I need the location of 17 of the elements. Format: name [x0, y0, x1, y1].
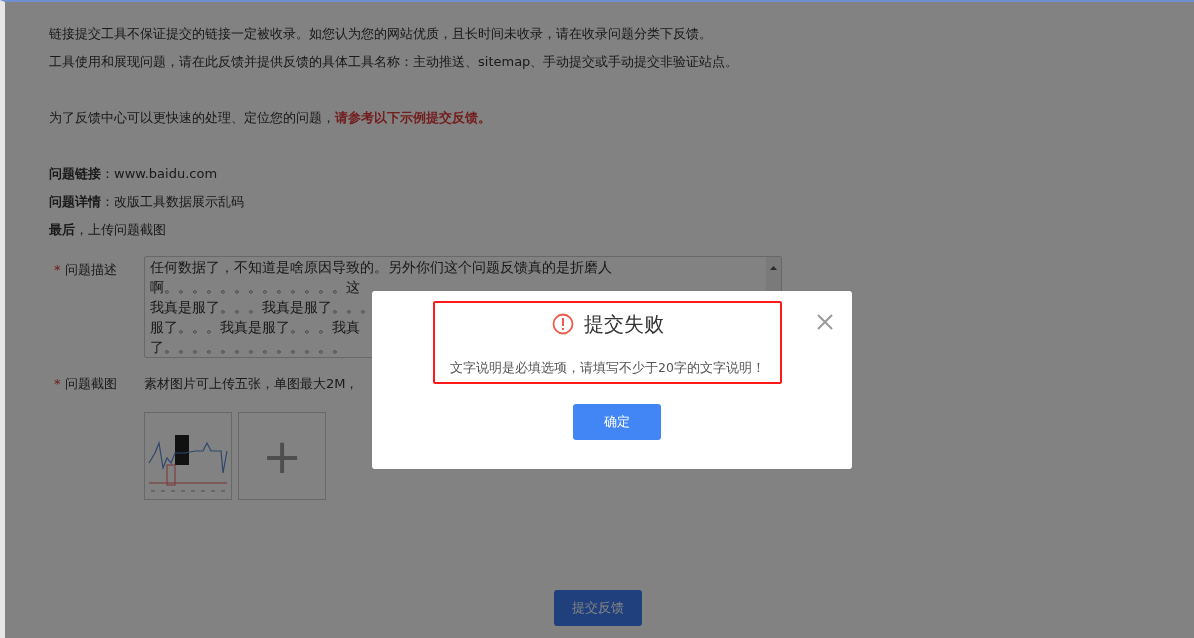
example-line: 问题链接：www.baidu.com	[49, 165, 219, 183]
textarea-line: 啊。。。。。。。。。。。。。这	[150, 278, 360, 297]
textarea-line: 任何数据了，不知道是啥原因导致的。另外你们这个问题反馈真的是折磨人	[150, 258, 612, 277]
notice-text: 为了反馈中心可以更快速的处理、定位您的问题，请参考以下示例提交反馈。	[49, 109, 492, 127]
intro-text: 工具使用和展现问题，请在此反馈并提供反馈的具体工具名称：主动推送、sitemap、手动提交或手动提交非验证站点。	[49, 53, 740, 71]
example-line: 问题详情：改版工具数据展示乱码	[49, 193, 245, 211]
required-mark: *	[54, 262, 61, 277]
required-mark: *	[54, 376, 61, 391]
textarea-line: 我真是服了。。。我真是服了。。。	[150, 298, 374, 317]
field-label: 问题截图	[64, 376, 117, 391]
field-label: 问题描述	[64, 262, 117, 277]
example-line: 最后，上传问题截图	[49, 221, 167, 239]
upload-hint: 素材图片可上传五张，单图最大2M，	[144, 375, 359, 393]
dialog-title: 提交失败	[583, 311, 664, 338]
dialog-message: 文字说明是必填选项，请填写不少于20字的文字说明！	[450, 359, 765, 377]
textarea-line: 了。。。。。。。。。。。。。	[150, 338, 346, 357]
textarea-line: 服了。。。我真是服了。。。我真	[150, 318, 360, 337]
